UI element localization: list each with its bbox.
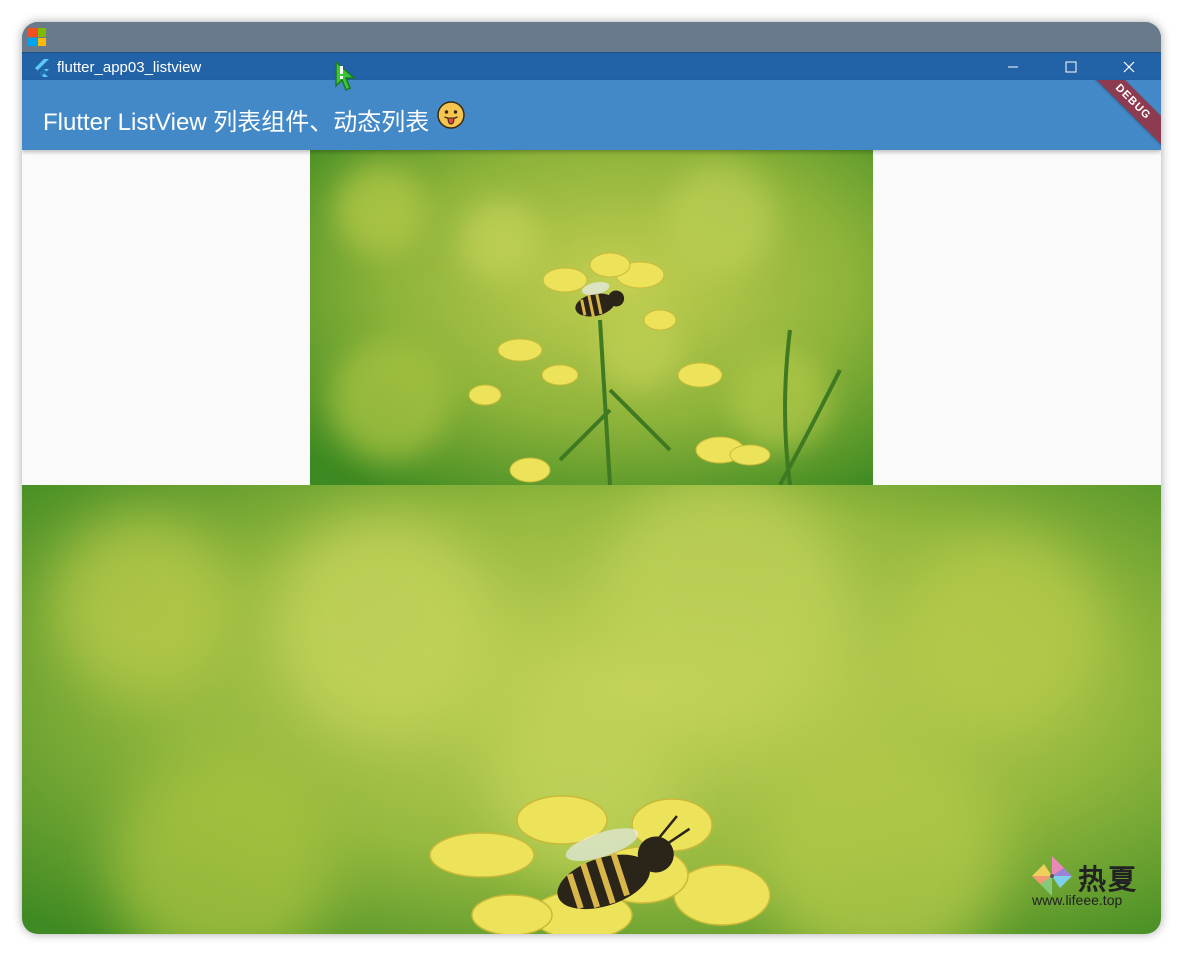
host-taskbar [22, 22, 1161, 52]
bee-flower-photo [310, 150, 873, 485]
app-bar: Flutter ListView 列表组件、动态列表 [22, 80, 1161, 150]
list-item-image [22, 485, 1161, 934]
list-item-image [310, 150, 873, 485]
flutter-logo-icon [35, 59, 49, 77]
maximize-button[interactable] [1042, 53, 1100, 81]
mouse-cursor-icon [335, 60, 356, 92]
list-view[interactable] [22, 150, 1161, 934]
minimize-button[interactable] [984, 53, 1042, 81]
app-window: flutter_app03_listview Flutter ListView … [22, 22, 1161, 934]
app-bar-title: Flutter ListView 列表组件、动态列表 [43, 109, 430, 136]
minimize-icon [1008, 66, 1018, 68]
maximize-icon [1065, 61, 1077, 73]
watermark: 热夏 www.lifeee.top [1030, 854, 1140, 914]
window-title: flutter_app03_listview [57, 59, 202, 76]
bee-flower-photo [22, 485, 1161, 934]
windows-logo-icon[interactable] [28, 28, 46, 46]
window-titlebar[interactable]: flutter_app03_listview [22, 52, 1161, 81]
close-button[interactable] [1100, 53, 1158, 81]
tongue-out-emoji-icon [437, 101, 465, 129]
close-icon [1123, 61, 1135, 73]
watermark-url: www.lifeee.top [1032, 892, 1123, 908]
